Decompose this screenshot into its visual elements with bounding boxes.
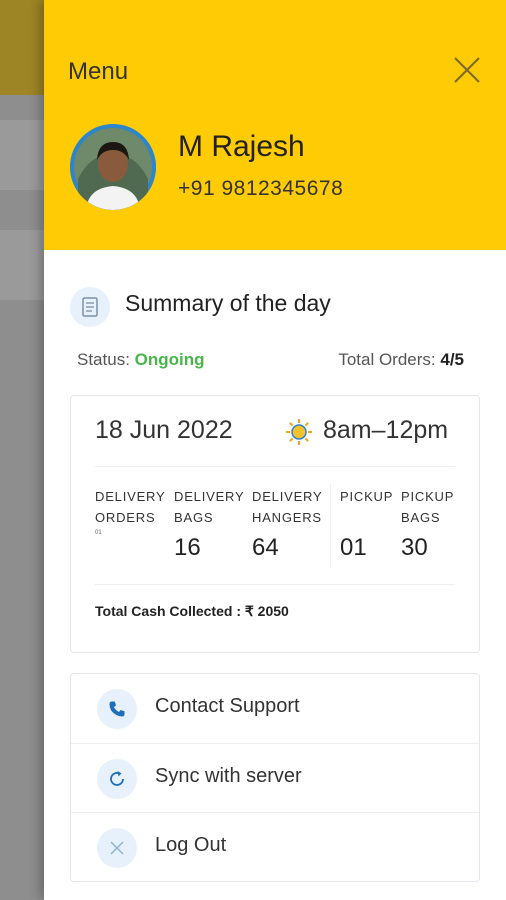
stat-value: 01 xyxy=(340,534,367,561)
log-out-button[interactable]: Log Out xyxy=(71,812,479,882)
total-orders-label: Total Orders: xyxy=(338,350,436,369)
summary-date: 18 Jun 2022 xyxy=(95,416,233,444)
action-label: Sync with server xyxy=(155,765,302,787)
action-icon-container xyxy=(97,759,137,799)
document-icon xyxy=(82,297,98,317)
stat-label: PICKUP xyxy=(340,489,394,504)
action-label: Contact Support xyxy=(155,695,300,717)
contact-support-button[interactable]: Contact Support xyxy=(71,674,479,743)
sync-with-server-button[interactable]: Sync with server xyxy=(71,743,479,813)
background-app xyxy=(0,0,44,900)
stat-delivery-bags: DELIVERY BAGS 16 xyxy=(174,486,244,562)
avatar xyxy=(70,124,156,210)
sun-icon xyxy=(286,419,312,445)
stats-separator xyxy=(330,484,331,568)
action-label: Log Out xyxy=(155,834,227,856)
status-line: Status: Ongoing xyxy=(77,350,205,370)
close-icon xyxy=(454,57,480,83)
phone-icon xyxy=(109,701,125,717)
background-row xyxy=(0,120,44,190)
divider xyxy=(95,584,455,585)
user-phone: +91 9812345678 xyxy=(178,177,344,200)
sync-icon xyxy=(110,771,124,786)
stat-value: 16 xyxy=(174,534,201,561)
close-button[interactable] xyxy=(452,55,482,85)
stat-value: 64 xyxy=(252,534,279,561)
actions-card: Contact Support Sync with server Log Out xyxy=(70,673,480,882)
total-cash-collected: Total Cash Collected : ₹ 2050 xyxy=(95,603,289,619)
user-name: M Rajesh xyxy=(178,130,305,163)
action-icon-container xyxy=(97,828,137,868)
status-label: Status: xyxy=(77,350,130,369)
background-row xyxy=(0,230,44,300)
summary-icon-container xyxy=(70,287,110,327)
stat-delivery-hangers: DELIVERY HANGERS 64 xyxy=(252,486,322,562)
day-summary-card: 18 Jun 2022 8am–12pm DELIVERY ORDERS 01 … xyxy=(70,395,480,653)
stat-label: DELIVERY HANGERS xyxy=(252,489,323,525)
navigation-drawer: Menu M Rajesh +91 9812345678 Summary of … xyxy=(44,0,506,900)
menu-title: Menu xyxy=(68,58,129,85)
stat-delivery-orders: DELIVERY ORDERS 01 xyxy=(95,486,166,536)
total-orders-value: 4/5 xyxy=(440,350,464,369)
stat-label: PICKUP BAGS xyxy=(401,489,455,525)
close-icon xyxy=(110,841,124,855)
stat-value: 30 xyxy=(401,534,428,561)
stat-label: DELIVERY BAGS xyxy=(174,489,245,525)
stat-sub-value: 01 xyxy=(95,530,102,536)
status-value: Ongoing xyxy=(134,350,205,369)
divider xyxy=(95,466,455,467)
time-slot: 8am–12pm xyxy=(323,416,449,444)
stat-pickup: PICKUP 01 xyxy=(340,486,393,562)
action-icon-container xyxy=(97,689,137,729)
total-orders: Total Orders: 4/5 xyxy=(338,350,464,370)
drawer-header: Menu M Rajesh +91 9812345678 xyxy=(44,0,506,250)
summary-title: Summary of the day xyxy=(125,290,331,316)
stat-pickup-bags: PICKUP BAGS 30 xyxy=(401,486,454,562)
background-app-header xyxy=(0,0,44,95)
stat-label: DELIVERY ORDERS xyxy=(95,489,166,525)
